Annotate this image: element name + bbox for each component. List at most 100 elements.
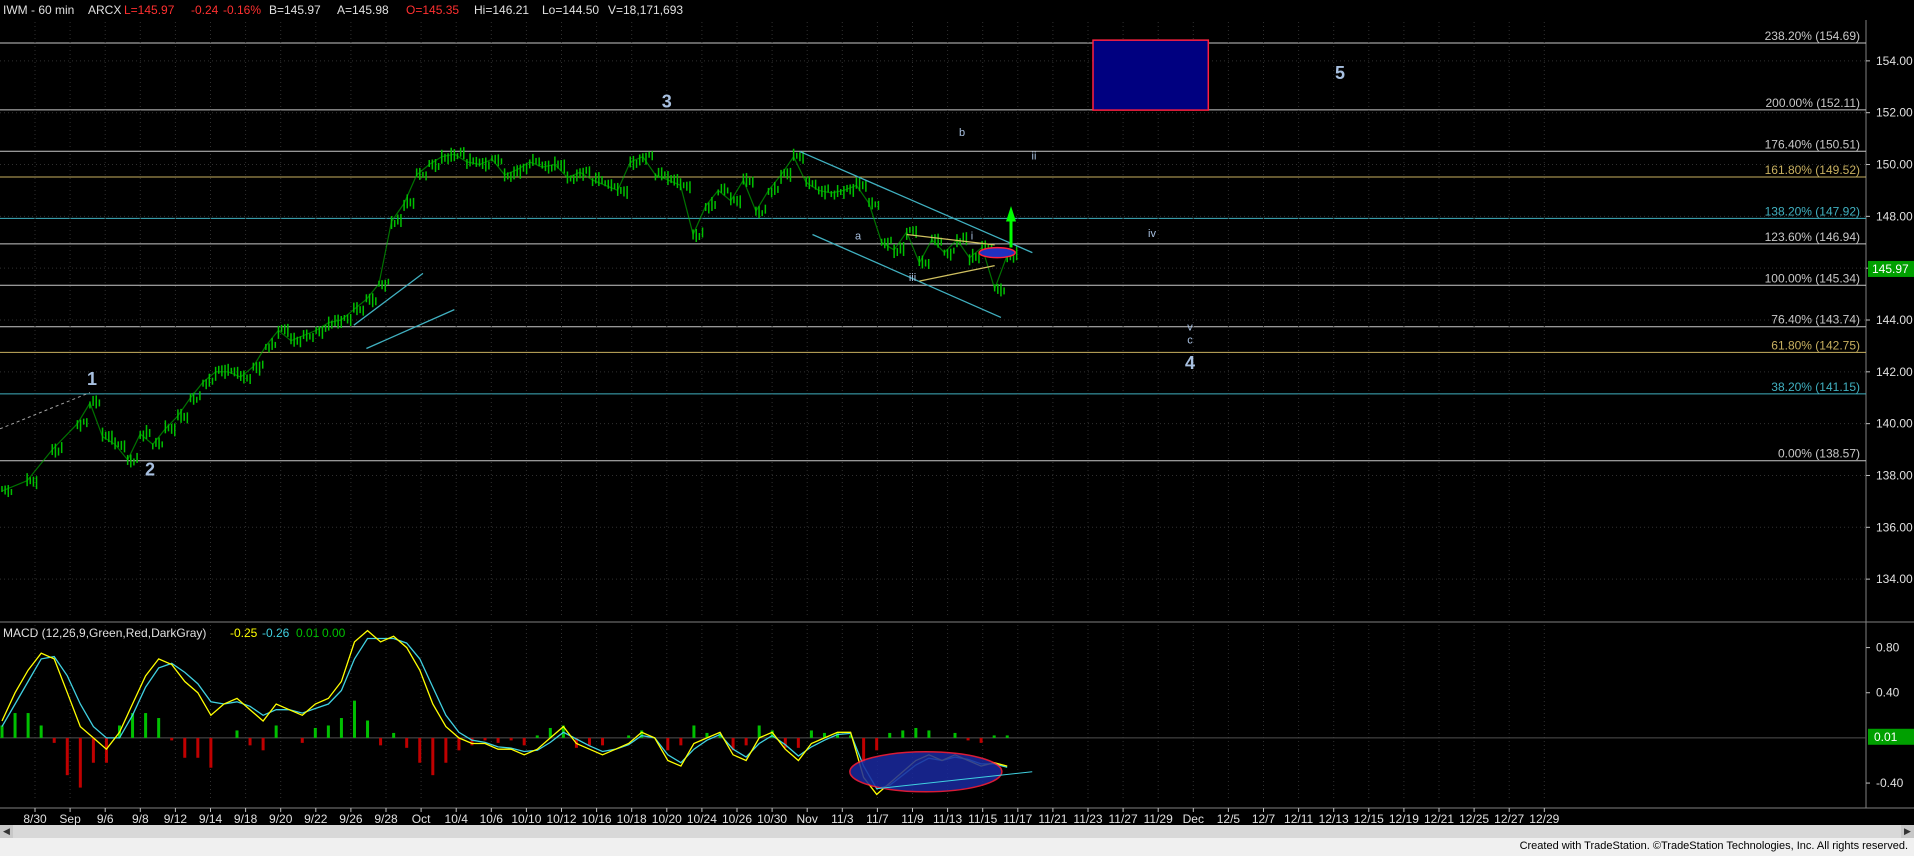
macd-y-tick-label: -0.40 — [1876, 776, 1904, 790]
x-tick-label: 11/13 — [933, 812, 962, 825]
x-tick-label: Oct — [412, 812, 431, 825]
macd-legend-value-macd: -0.25 — [230, 626, 258, 640]
price-y-tick-label: 140.00 — [1876, 417, 1913, 431]
x-tick-label: 11/23 — [1073, 812, 1102, 825]
x-tick-label: 11/17 — [1003, 812, 1032, 825]
x-tick-label: 10/10 — [511, 812, 541, 825]
fib-level-label: 176.40% (150.51) — [1765, 137, 1860, 151]
x-tick-label: Nov — [797, 812, 818, 825]
x-tick-label: 12/19 — [1389, 812, 1419, 825]
wave-5-target-box — [1092, 39, 1210, 111]
wave-label: iii — [909, 272, 916, 284]
macd-y-tick-label: 0.80 — [1876, 641, 1900, 655]
footer-credit: Created with TradeStation. ©TradeStation… — [1519, 840, 1908, 852]
wave-label: i — [971, 231, 973, 243]
header-bid: B=145.97 — [269, 3, 321, 17]
header-last: L=145.97 — [124, 3, 175, 17]
x-tick-label: 11/3 — [831, 812, 854, 825]
wave-label: v — [1187, 321, 1193, 333]
price-y-tick-label: 154.00 — [1876, 54, 1913, 68]
x-tick-label: 10/20 — [652, 812, 682, 825]
price-y-tick-label: 148.00 — [1876, 209, 1913, 223]
x-tick-label: 10/26 — [722, 812, 752, 825]
wave-label: c — [1187, 334, 1193, 346]
x-tick-label: 10/30 — [757, 812, 787, 825]
price-y-tick-label: 152.00 — [1876, 106, 1913, 120]
wave-label: iv — [1148, 228, 1156, 240]
scroll-left-arrow-icon[interactable]: ◀ — [0, 825, 13, 838]
wave-label: 1 — [87, 369, 97, 389]
x-tick-label: 9/26 — [339, 812, 363, 825]
price-chart[interactable]: IWM - 60 min ARCX L=145.97 -0.24 -0.16% … — [0, 0, 1914, 825]
chart-header: IWM - 60 min ARCX L=145.97 -0.24 -0.16% … — [3, 3, 683, 17]
header-change-pct: -0.16% — [223, 3, 261, 17]
x-tick-label: 9/6 — [97, 812, 114, 825]
x-tick-label: 12/5 — [1217, 812, 1241, 825]
horizontal-scrollbar[interactable]: ◀ ▶ — [0, 825, 1914, 838]
price-y-tick-label: 136.00 — [1876, 520, 1913, 534]
wave-label: ii — [1032, 150, 1037, 162]
header-ask: A=145.98 — [337, 3, 389, 17]
x-tick-label: 11/9 — [901, 812, 924, 825]
x-tick-label: 9/8 — [132, 812, 149, 825]
wave-label: a — [855, 231, 862, 243]
fib-level-label: 238.20% (154.69) — [1765, 29, 1860, 43]
header-volume: V=18,171,693 — [608, 3, 683, 17]
header-high: Hi=146.21 — [474, 3, 529, 17]
x-tick-label: 12/15 — [1354, 812, 1384, 825]
divergence-ellipse — [849, 751, 1003, 793]
x-tick-label: 11/21 — [1038, 812, 1067, 825]
x-tick-label: 9/28 — [374, 812, 398, 825]
x-tick-label: 9/12 — [164, 812, 188, 825]
x-tick-label: 12/11 — [1284, 812, 1313, 825]
x-tick-label: 12/27 — [1494, 812, 1524, 825]
price-y-tick-label: 150.00 — [1876, 158, 1913, 172]
x-tick-label: 12/29 — [1529, 812, 1559, 825]
macd-legend-value-signal: -0.26 — [262, 626, 290, 640]
x-tick-label: 10/16 — [582, 812, 612, 825]
x-tick-label: 10/6 — [480, 812, 504, 825]
x-tick-label: 12/7 — [1252, 812, 1276, 825]
price-y-tick-label: 134.00 — [1876, 572, 1913, 586]
chart-background — [0, 0, 1914, 825]
x-tick-label: 10/24 — [687, 812, 717, 825]
x-tick-label: 10/4 — [445, 812, 469, 825]
wave-label: 2 — [145, 459, 155, 479]
macd-last-tag-label: 0.01 — [1874, 730, 1898, 744]
x-tick-label: 12/13 — [1319, 812, 1349, 825]
x-tick-label: 12/21 — [1424, 812, 1454, 825]
fib-level-label: 200.00% (152.11) — [1765, 96, 1860, 110]
fib-level-label: 123.60% (146.94) — [1765, 230, 1860, 244]
wave-label: 5 — [1335, 63, 1345, 83]
x-tick-label: Sep — [59, 812, 81, 825]
wave-label: b — [959, 127, 965, 139]
price-y-tick-label: 138.00 — [1876, 468, 1913, 482]
fib-level-label: 38.20% (141.15) — [1771, 380, 1860, 394]
macd-legend-value-zero: 0.00 — [322, 626, 346, 640]
header-change: -0.24 — [191, 3, 219, 17]
last-price-tag-label: 145.97 — [1872, 262, 1909, 276]
x-tick-label: 8/30 — [23, 812, 47, 825]
x-tick-label: 9/20 — [269, 812, 293, 825]
price-y-tick-label: 142.00 — [1876, 365, 1913, 379]
x-tick-label: 11/7 — [866, 812, 889, 825]
x-tick-label: 11/27 — [1109, 812, 1138, 825]
fib-level-label: 161.80% (149.52) — [1765, 163, 1860, 177]
x-tick-label: 9/14 — [199, 812, 223, 825]
x-tick-label: 10/12 — [546, 812, 576, 825]
footer: Created with TradeStation. ©TradeStation… — [0, 838, 1914, 856]
header-symbol: IWM - 60 min — [3, 3, 74, 17]
fib-level-label: 61.80% (142.75) — [1771, 338, 1860, 352]
x-tick-label: 9/22 — [304, 812, 328, 825]
target-ellipse — [978, 246, 1016, 259]
macd-y-tick-label: 0.40 — [1876, 686, 1900, 700]
wave-label: 4 — [1185, 353, 1195, 373]
scroll-right-arrow-icon[interactable]: ▶ — [1901, 825, 1914, 838]
fib-level-label: 100.00% (145.34) — [1765, 271, 1860, 285]
x-tick-label: 10/18 — [617, 812, 647, 825]
header-exchange: ARCX — [88, 3, 121, 17]
fib-level-label: 0.00% (138.57) — [1778, 447, 1860, 461]
header-open: O=145.35 — [406, 3, 459, 17]
x-tick-label: Dec — [1183, 812, 1204, 825]
header-low: Lo=144.50 — [542, 3, 599, 17]
